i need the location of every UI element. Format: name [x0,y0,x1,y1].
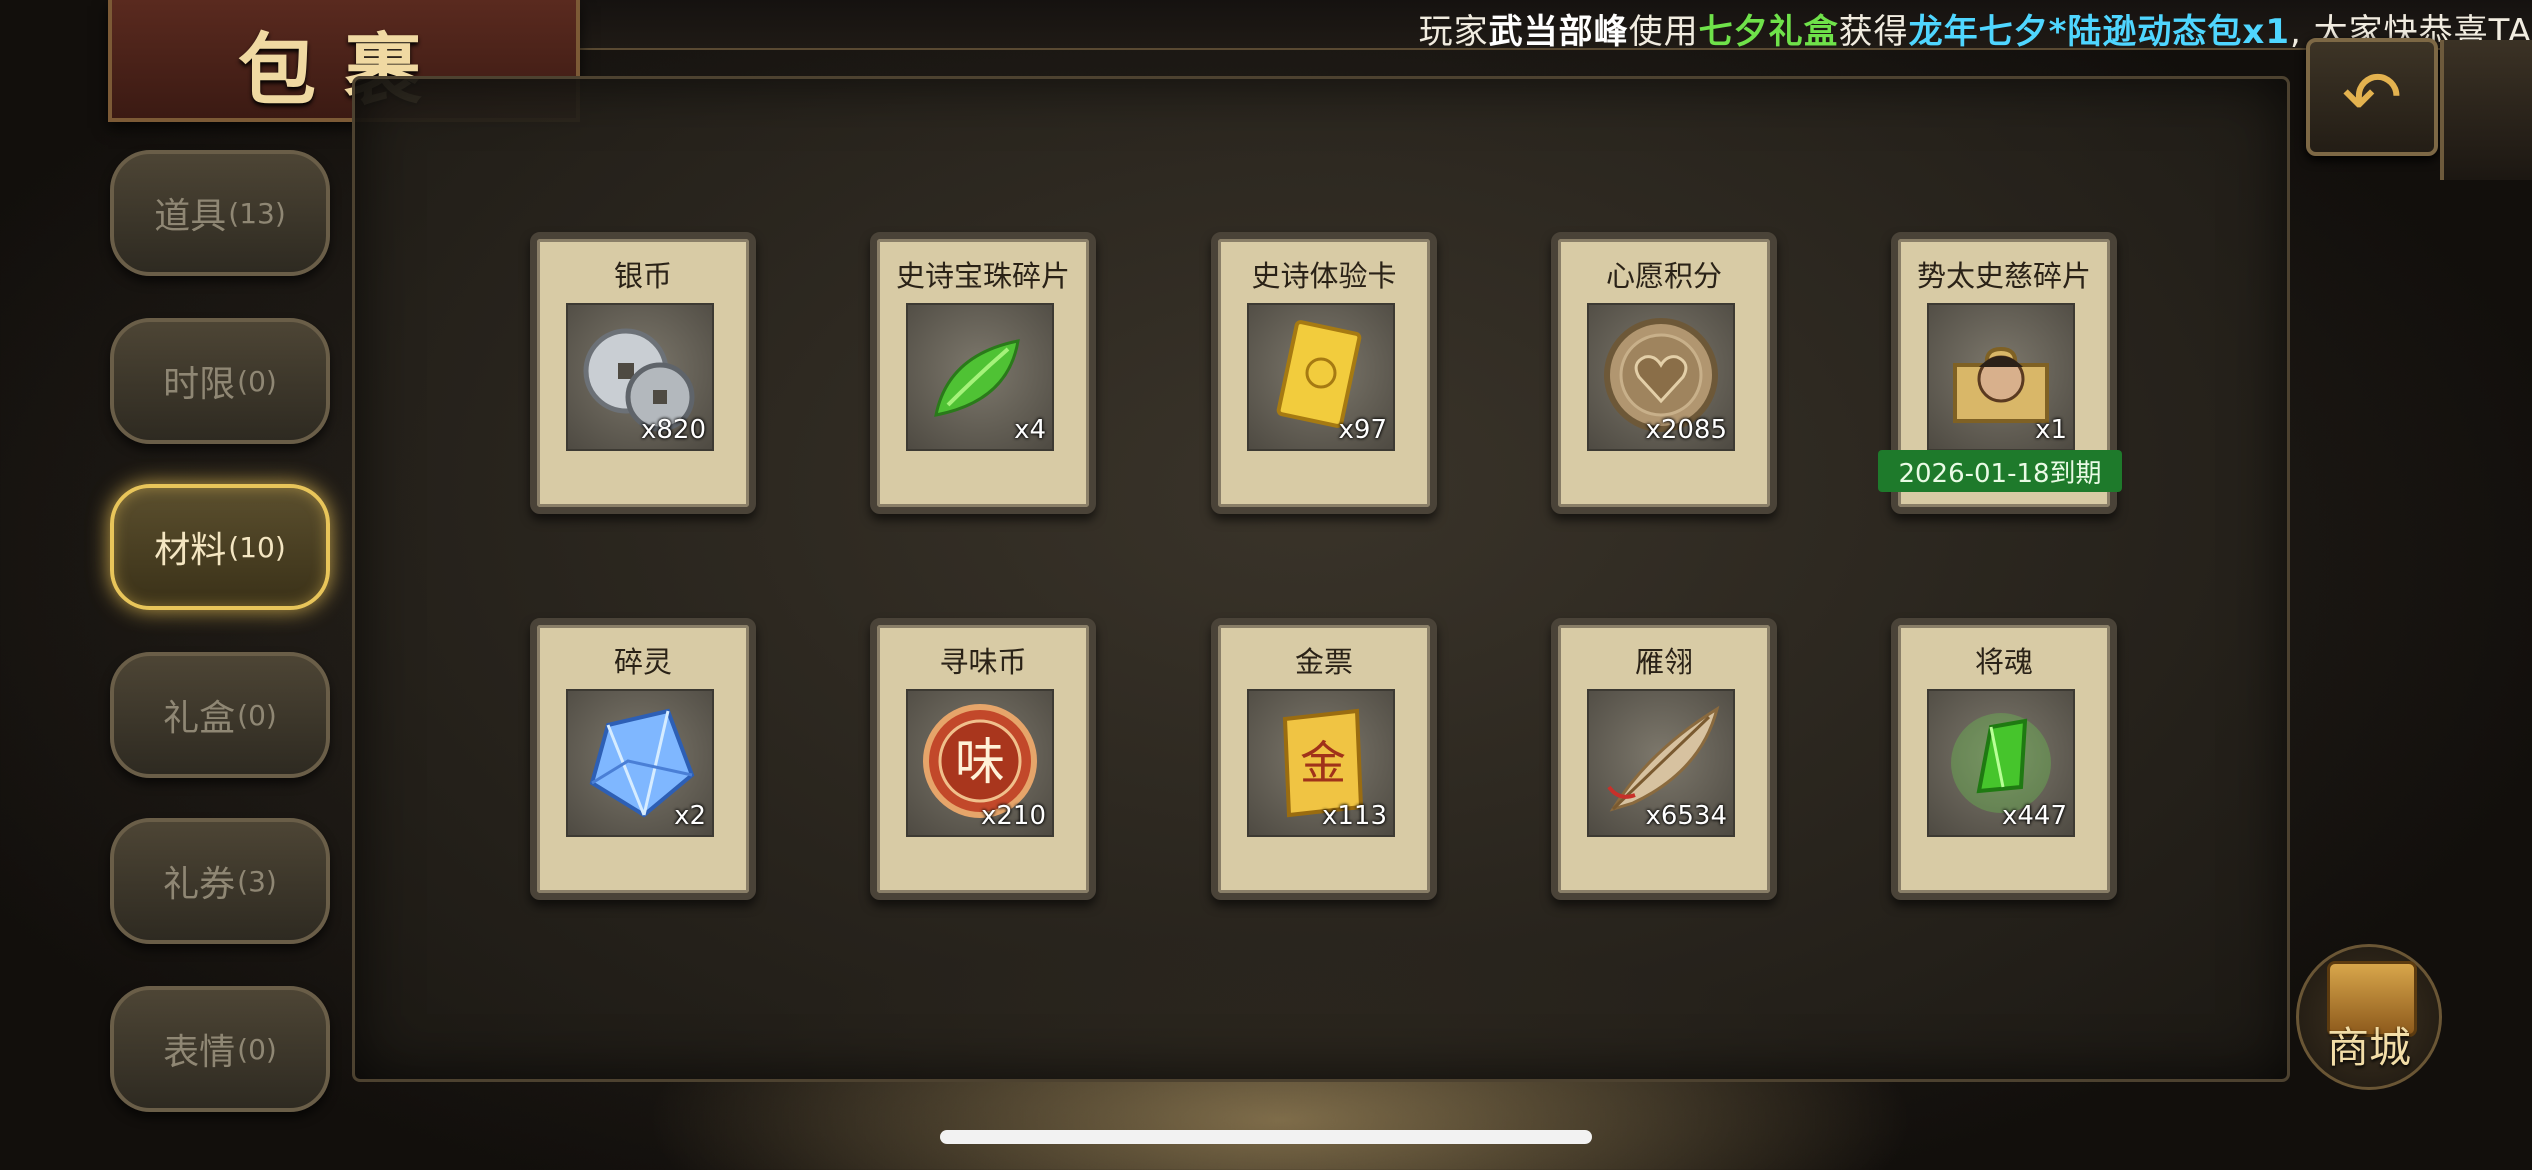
item-card-goose-feather[interactable]: 雁翎 x6534 [1551,618,1777,900]
tab-label: 道具 [154,196,227,237]
tab-gift-boxes[interactable]: 礼盒 (0) [110,652,330,778]
tab-count: (0) [237,364,277,398]
item-slot: x1 [1927,303,2075,451]
back-button[interactable]: ↶ [2306,38,2438,156]
tab-label: 表情 [163,1032,236,1073]
tab-items[interactable]: 道具 (13) [110,150,330,276]
item-slot: x2085 [1587,303,1735,451]
tab-count: (3) [237,864,277,898]
item-name: 金票 [1294,645,1353,679]
item-card-epic-orb-shard[interactable]: 史诗宝珠碎片 x4 [870,232,1096,514]
item-quantity: x2085 [1645,415,1727,445]
item-name: 史诗宝珠碎片 [895,259,1070,293]
item-card-gold-ticket[interactable]: 金票 金 x113 [1211,618,1437,900]
item-quantity: x820 [640,415,706,445]
corner-decoration [2440,40,2532,180]
coin-glyph: 味 [955,733,1005,791]
item-slot: 金 x113 [1247,689,1395,837]
item-quantity: x4 [1014,415,1046,445]
ticker-text: 使用 [1628,12,1699,50]
item-slot: x97 [1247,303,1395,451]
item-card-general-soul[interactable]: 将魂 x447 [1891,618,2117,900]
item-quantity: x210 [980,801,1046,831]
announcement-ticker: 玩家武当部峰使用七夕礼盒获得龙年七夕*陆逊动态包x1, 大家快恭喜TA [560,0,2532,50]
item-name: 碎灵 [613,645,672,679]
expiry-badge: 2026-01-18到期 [1878,450,2122,492]
item-slot: x447 [1927,689,2075,837]
scroll-glyph: 金 [1300,736,1346,790]
item-name: 势太史慈碎片 [1916,259,2091,293]
item-slot: 味 x210 [906,689,1054,837]
tab-count: (13) [228,196,286,230]
item-quantity: x2 [674,801,706,831]
item-slot: x2 [566,689,714,837]
item-slot: x4 [906,303,1054,451]
item-name: 雁翎 [1634,645,1693,679]
item-card-flavor-coin[interactable]: 寻味币 味 x210 [870,618,1096,900]
inventory-panel [352,76,2290,1082]
item-quantity: x447 [2001,801,2067,831]
item-card-wish-points[interactable]: 心愿积分 x2085 [1551,232,1777,514]
tab-emotes[interactable]: 表情 (0) [110,986,330,1112]
ticker-text: 获得 [1838,12,1909,50]
item-quantity: x1 [2035,415,2067,445]
item-card-epic-trial-card[interactable]: 史诗体验卡 x97 [1211,232,1437,514]
home-indicator[interactable] [940,1130,1592,1144]
shop-label: 商城 [2326,1023,2411,1072]
tab-count: (10) [228,530,286,564]
tab-count: (0) [237,1032,277,1066]
item-card-spirit-shard[interactable]: 碎灵 x2 [530,618,756,900]
item-quantity: x6534 [1645,801,1727,831]
item-slot: x820 [566,303,714,451]
ticker-item-used: 七夕礼盒 [1698,12,1839,50]
item-name: 心愿积分 [1605,259,1722,293]
item-card-silver-coin[interactable]: 银币 x820 [530,232,756,514]
item-quantity: x97 [1338,415,1387,445]
tab-label: 礼券 [163,864,236,905]
item-name: 银币 [613,259,672,293]
item-name: 寻味币 [939,645,1027,679]
item-quantity: x113 [1321,801,1387,831]
item-name: 史诗体验卡 [1251,259,1397,293]
tab-label: 时限 [163,364,236,405]
ticker-reward: 龙年七夕*陆逊动态包x1 [1908,12,2290,50]
tab-label: 材料 [154,530,227,571]
tab-count: (0) [237,698,277,732]
tab-time-limited[interactable]: 时限 (0) [110,318,330,444]
tab-vouchers[interactable]: 礼券 (3) [110,818,330,944]
item-name: 将魂 [1974,645,2033,679]
ticker-player-name: 武当部峰 [1488,12,1629,50]
tab-materials[interactable]: 材料 (10) [110,484,330,610]
ticker-text: 玩家 [1418,12,1489,50]
shop-button[interactable]: 商城 [2296,944,2442,1090]
back-arrow-icon: ↶ [2341,55,2403,139]
item-slot: x6534 [1587,689,1735,837]
tab-label: 礼盒 [163,698,236,739]
